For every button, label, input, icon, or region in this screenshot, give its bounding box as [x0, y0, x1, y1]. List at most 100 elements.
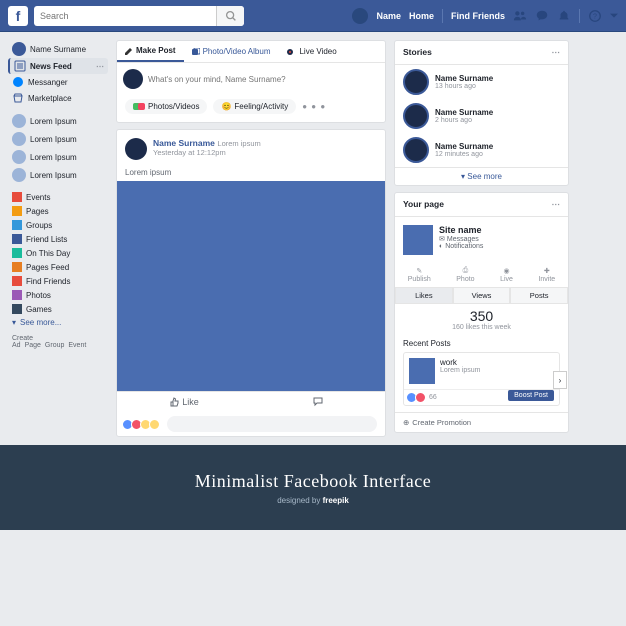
page-messages[interactable]: ✉Messages: [439, 235, 483, 243]
sidebar-friend[interactable]: Lorem Ipsum: [8, 166, 108, 184]
story-avatar: [403, 103, 429, 129]
composer-more[interactable]: ● ● ●: [302, 102, 326, 111]
label: See more: [467, 172, 502, 181]
create-link[interactable]: Page: [25, 342, 41, 349]
sidebar-explore-item[interactable]: On This Day: [8, 246, 108, 260]
your-page-title: Your page: [403, 199, 444, 210]
like-icon: [169, 397, 179, 407]
search-button[interactable]: [216, 6, 244, 26]
search-input[interactable]: [40, 11, 216, 21]
comment-input[interactable]: [167, 416, 377, 432]
create-promotion[interactable]: ⊕Create Promotion: [395, 412, 568, 432]
sidebar-explore-item[interactable]: Groups: [8, 218, 108, 232]
tab-live-video[interactable]: Live Video: [278, 41, 344, 62]
header-name[interactable]: Name: [376, 11, 401, 21]
sidebar-explore-item[interactable]: Games: [8, 302, 108, 316]
story-item[interactable]: Name Surname2 hours ago: [395, 99, 568, 133]
page-action-invite[interactable]: ✚Invite: [538, 267, 555, 283]
footer-brand[interactable]: freepik: [323, 496, 349, 505]
explore-label: Events: [26, 193, 50, 202]
page-thumbnail[interactable]: [403, 225, 433, 255]
create-link[interactable]: Event: [68, 342, 86, 349]
tab-label: Photo/Video Album: [203, 47, 271, 56]
page-tab-views[interactable]: Views: [453, 287, 511, 304]
friend-requests-icon[interactable]: [513, 9, 527, 23]
header-find-friends[interactable]: Find Friends: [451, 11, 505, 21]
comment-button[interactable]: [251, 392, 385, 412]
explore-label: Photos: [26, 291, 51, 300]
next-post-button[interactable]: ›: [553, 371, 567, 389]
sidebar-profile[interactable]: Name Surname: [8, 40, 108, 58]
page-notifications[interactable]: ◐Notifications: [439, 243, 483, 250]
facebook-logo[interactable]: f: [8, 6, 28, 26]
your-page-menu[interactable]: ⋯: [552, 199, 561, 210]
stories-see-more[interactable]: ▾ See more: [395, 167, 568, 185]
sidebar-item-marketplace[interactable]: Marketplace: [8, 90, 108, 106]
post-image[interactable]: [117, 181, 385, 391]
search-box[interactable]: [34, 6, 244, 26]
header-avatar[interactable]: [352, 8, 368, 24]
sidebar-friend[interactable]: Lorem Ipsum: [8, 112, 108, 130]
tab-photo-album[interactable]: Photo/Video Album: [184, 41, 279, 62]
stories-menu[interactable]: ⋯: [552, 47, 561, 58]
create-link[interactable]: Ad: [12, 342, 21, 349]
page-tab-likes[interactable]: Likes: [395, 287, 453, 304]
sidebar-see-more[interactable]: ▾ See more...: [8, 316, 108, 329]
recent-post-image[interactable]: [409, 358, 435, 384]
story-name: Name Surname: [435, 108, 493, 117]
tab-label: Make Post: [136, 46, 176, 55]
sidebar-explore-item[interactable]: Photos: [8, 288, 108, 302]
page-action-publish[interactable]: ✎Publish: [408, 267, 431, 283]
sidebar-explore-item[interactable]: Events: [8, 190, 108, 204]
see-more-label: See more...: [20, 318, 61, 327]
emoji-icon: 😊: [221, 102, 231, 111]
sidebar-explore-item[interactable]: Pages Feed: [8, 260, 108, 274]
dots-icon[interactable]: ⋯: [96, 62, 104, 71]
sidebar-item-newsfeed[interactable]: News Feed ⋯: [8, 58, 108, 74]
composer-input[interactable]: [148, 75, 379, 84]
notifications-icon[interactable]: [557, 9, 571, 23]
sidebar-explore-item[interactable]: Find Friends: [8, 274, 108, 288]
composer-feeling[interactable]: 😊Feeling/Activity: [213, 99, 296, 114]
sidebar-friend[interactable]: Lorem Ipsum: [8, 148, 108, 166]
explore-label: Games: [26, 305, 52, 314]
create-heading: Create: [12, 335, 104, 342]
like-button[interactable]: Like: [117, 392, 251, 412]
sidebar-explore-item[interactable]: Friend Lists: [8, 232, 108, 246]
label: Messages: [447, 236, 479, 243]
story-item[interactable]: Name Surname13 hours ago: [395, 65, 568, 99]
explore-icon: [12, 234, 22, 244]
sidebar-item-messenger[interactable]: Messanger: [8, 74, 108, 90]
page-tab-posts[interactable]: Posts: [510, 287, 568, 304]
sidebar-friend[interactable]: Lorem Ipsum: [8, 130, 108, 148]
post-avatar[interactable]: [125, 138, 147, 160]
sidebar-profile-label: Name Surname: [30, 45, 86, 54]
page-action-live[interactable]: ◉Live: [500, 267, 513, 283]
comment-row: [117, 412, 385, 436]
messages-icon[interactable]: [535, 9, 549, 23]
right-column: Stories⋯ Name Surname13 hours agoName Su…: [394, 40, 569, 437]
sidebar-explore-item[interactable]: Pages: [8, 204, 108, 218]
tab-label: Live Video: [299, 47, 336, 56]
recent-post-body: Lorem ipsum: [440, 367, 480, 374]
reaction-count: 66: [429, 394, 437, 401]
dropdown-icon[interactable]: [610, 9, 618, 23]
boost-post-button[interactable]: Boost Post: [508, 390, 554, 401]
post-author[interactable]: Name Surname: [153, 138, 215, 148]
page-action-photo[interactable]: ⎙Photo: [456, 267, 474, 283]
story-time: 12 minutes ago: [435, 151, 493, 158]
action-label: Photo: [456, 276, 474, 283]
create-link[interactable]: Group: [45, 342, 64, 349]
divider: [579, 9, 580, 23]
recent-post-card: work Lorem ipsum 66 Boost Post ›: [403, 352, 560, 406]
sidebar-item-label: News Feed: [30, 62, 72, 71]
header-home[interactable]: Home: [409, 11, 434, 21]
tab-make-post[interactable]: Make Post: [117, 41, 184, 62]
help-icon[interactable]: ?: [588, 9, 602, 23]
live-icon: [286, 48, 296, 56]
page-name[interactable]: Site name: [439, 225, 483, 235]
composer-photos[interactable]: Photos/Videos: [125, 99, 207, 114]
bell-icon: ◐: [439, 243, 443, 250]
story-item[interactable]: Name Surname12 minutes ago: [395, 133, 568, 167]
friend-label: Lorem Ipsum: [30, 153, 77, 162]
